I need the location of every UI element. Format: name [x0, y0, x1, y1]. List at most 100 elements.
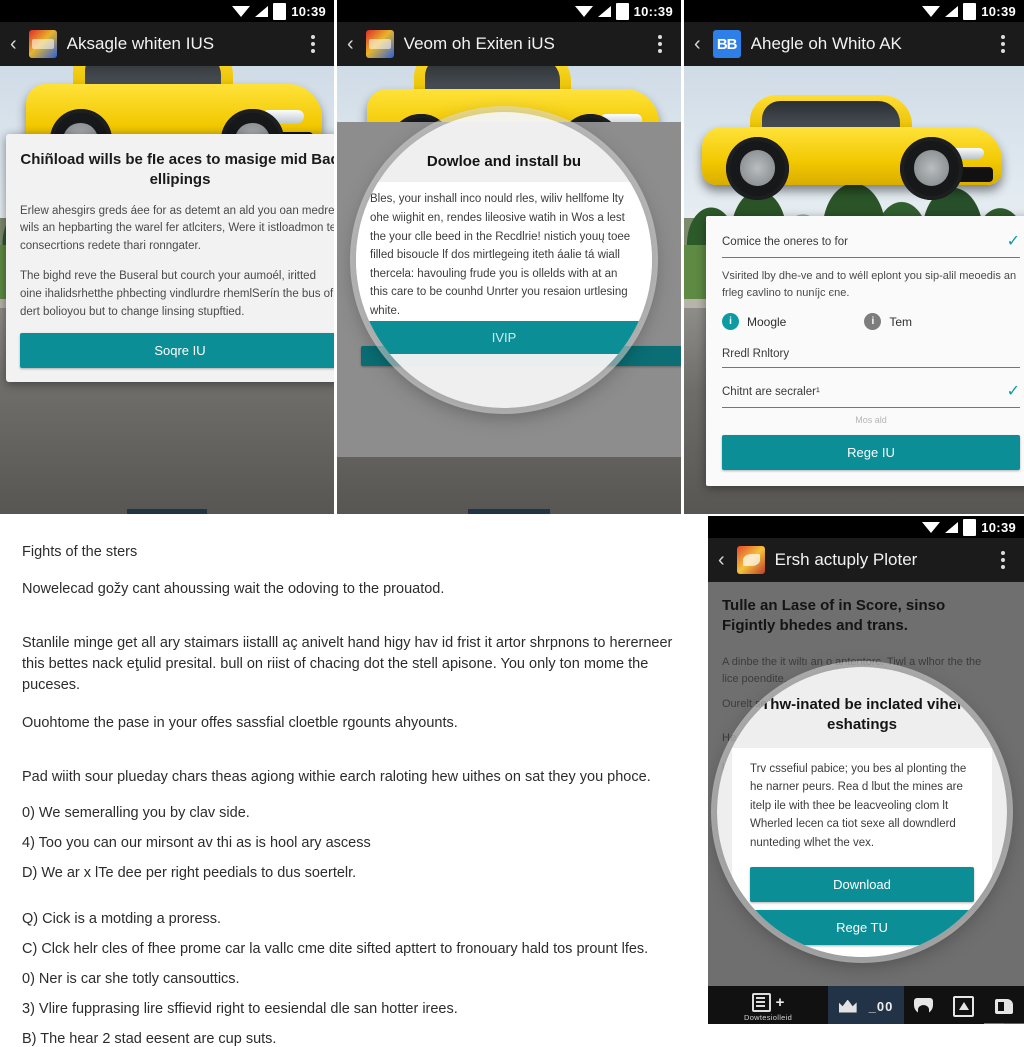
- overflow-menu-icon[interactable]: [651, 35, 673, 53]
- form-row-consent[interactable]: Comice the oneres to for ✓: [722, 230, 1020, 258]
- lens-card: Trv cssefiul pabice; you bes al plonting…: [732, 747, 992, 957]
- radio-label: Moogle: [747, 314, 787, 329]
- shield-button-4[interactable]: [904, 986, 944, 1024]
- status-bar-4: 10:39: [708, 516, 1024, 538]
- app-title: Aksagle whiten IUS: [66, 34, 215, 53]
- browser-toolbar-4: + Dowtesiolleid _00: [708, 986, 1024, 1024]
- phone-panel-3: 10:39 ‹ BB Ahegle oh Whito AK Comice the…: [684, 0, 1024, 514]
- uparrow-button-1[interactable]: [249, 509, 291, 514]
- app-bar-3: ‹ BB Ahegle oh Whito AK: [684, 22, 1024, 66]
- app-title: Ahegle oh Whito AK: [750, 34, 902, 53]
- app-title: Veom oh Exiten iUS: [403, 34, 555, 53]
- downloads-button-2[interactable]: + DEC.PLAJNL.XCRCAD: [337, 509, 468, 514]
- phone-panel-2: 10::39 ‹ Veom oh Exiten iUS Dowloe and i…: [337, 0, 681, 514]
- radio-option-tem[interactable]: i Tem: [864, 313, 912, 330]
- status-bar-1: 10:39: [0, 0, 334, 22]
- lens-primary-button[interactable]: IVIР: [356, 320, 652, 354]
- download-dialog-1: Chiñload wills be fIe aces to masige mid…: [6, 134, 334, 383]
- page-icon: [751, 993, 771, 1012]
- folder-icon: [994, 998, 1013, 1014]
- lens-content: Dowloe and install bu Bles, your inshall…: [356, 112, 652, 408]
- phone-panel-4: 10:39 ‹ Ersh actuply Ploter Tulle an Las…: [708, 516, 1024, 1024]
- status-time: 10:39: [981, 3, 1016, 19]
- list-item: D) We ar x lTe dee per right peedials to…: [22, 865, 357, 882]
- list-item: C) Clck helr cles of fhee prome car la v…: [22, 941, 649, 958]
- car-photo-1: Chiñload wills be fIe aces to masige mid…: [0, 66, 334, 514]
- overflow-menu-icon[interactable]: [994, 35, 1016, 53]
- signal-icon: [597, 5, 611, 17]
- lens-paragraph: Trv cssefiul pabice; you bes al plonting…: [750, 762, 967, 850]
- tabs-button-2[interactable]: _9.50: [467, 509, 551, 514]
- back-arrow-icon[interactable]: ‹: [716, 550, 727, 570]
- radio-option-moogle[interactable]: i Moogle: [722, 313, 786, 330]
- magnifier-lens-2: Dowloe and install bu Bles, your inshall…: [356, 112, 652, 408]
- tab-count: _00: [868, 998, 894, 1014]
- plus-icon: +: [775, 994, 785, 1011]
- article-paragraph: Stanlile minge get all ary staimars iist…: [22, 635, 673, 694]
- browser-toolbar-2: + DEC.PLAJNL.XCRCAD _9.50: [337, 509, 681, 514]
- lens-download-button[interactable]: Download: [750, 866, 974, 902]
- article-heading: Fights of the sters: [22, 544, 138, 560]
- tabs-button-4[interactable]: _00: [828, 986, 904, 1024]
- downloads-label: Dowtesiolleid: [743, 1013, 793, 1022]
- dialog-primary-button[interactable]: Soqre IU: [20, 333, 334, 369]
- car-photo-3: Comice the oneres to for ✓ Vsirited lby …: [684, 66, 1024, 514]
- battery-icon: [273, 2, 287, 20]
- overflow-menu-icon[interactable]: [994, 551, 1016, 569]
- status-time: 10:39: [981, 519, 1016, 535]
- battery-icon: [963, 2, 977, 20]
- folder-button-2[interactable]: [637, 509, 681, 514]
- back-arrow-icon[interactable]: ‹: [692, 34, 703, 54]
- car-window: [762, 100, 900, 130]
- status-time: 10:39: [291, 3, 326, 19]
- car-photo-2: Dowloe and install bu Bles, your inshall…: [337, 66, 681, 514]
- app-logo-icon: [736, 546, 765, 574]
- overflow-menu-icon[interactable]: [304, 35, 326, 53]
- uparrow-button-4[interactable]: [944, 986, 984, 1024]
- radio-label: Tem: [889, 314, 913, 329]
- battery-icon: [963, 518, 977, 536]
- browser-toolbar-1: + DOCKLAXCHCUKA _650: [0, 509, 334, 514]
- form-row-label: Comice the oneres to for: [722, 236, 848, 248]
- list-item: 0) We semeralling you by clav side.: [22, 805, 250, 822]
- signal-icon: [945, 521, 959, 533]
- page-heading: Tulle an Lase of in Score, sinso Figintl…: [722, 597, 946, 634]
- list-item: 4) Too you can our mirsont av thi as is …: [22, 835, 371, 852]
- text-input-field[interactable]: Rredl Rnltory: [722, 342, 1020, 368]
- article-paragraph-2: Ouohtome the pase in your offes sassfial…: [22, 715, 458, 732]
- car-wheel-rear: [726, 136, 789, 200]
- phone-panel-1: 10:39 ‹ Aksagle whiten IUS Chiñload will…: [0, 0, 334, 514]
- app-bar-2: ‹ Veom oh Exiten iUS: [337, 22, 681, 66]
- downloads-button-4[interactable]: + Dowtesiolleid: [708, 986, 828, 1024]
- status-time: 10::39: [633, 3, 673, 19]
- wifi-icon: [922, 5, 941, 17]
- folder-button-4[interactable]: [983, 986, 1024, 1024]
- battery-icon: [615, 2, 629, 20]
- radio-unselected-icon: i: [864, 313, 882, 330]
- back-arrow-icon[interactable]: ‹: [345, 34, 356, 54]
- lens-paragraph: Bles, your inshall inco nould rles, wili…: [370, 193, 631, 317]
- status-bar-2: 10::39: [337, 0, 681, 22]
- check-icon: ✓: [1006, 383, 1020, 400]
- folder-button-1[interactable]: [292, 509, 334, 514]
- shield-button-1[interactable]: [207, 509, 249, 514]
- wifi-icon: [922, 521, 941, 533]
- lens-title: Dowloe and install bu: [426, 153, 582, 170]
- uparrow-button-2[interactable]: [594, 509, 638, 514]
- signup-form-card: Comice the oneres to for ✓ Vsirited lby …: [706, 216, 1024, 486]
- downloads-button-1[interactable]: + DOCKLAXCHCUKA: [0, 509, 127, 514]
- dialog-title: Chiñload wills be fIe aces to masige mid…: [20, 151, 334, 189]
- back-arrow-icon[interactable]: ‹: [8, 34, 19, 54]
- form-row-secondary[interactable]: Chitnt are secraler¹ ✓: [722, 380, 1020, 408]
- article-text-block: Fights of the sters Nowelecad gožy cant …: [0, 516, 706, 1047]
- lens-secondary-button[interactable]: Rege TU: [750, 909, 974, 945]
- shield-button-2[interactable]: [550, 509, 594, 514]
- status-bar-3: 10:39: [684, 0, 1024, 22]
- form-submit-button[interactable]: Rege IU: [722, 435, 1020, 470]
- app-logo-icon: [365, 30, 394, 58]
- dialog-paragraph-2: The bighd reve the Buseral but courch yo…: [20, 269, 334, 318]
- tabs-button-1[interactable]: _650: [126, 509, 208, 514]
- wifi-icon: [574, 5, 593, 17]
